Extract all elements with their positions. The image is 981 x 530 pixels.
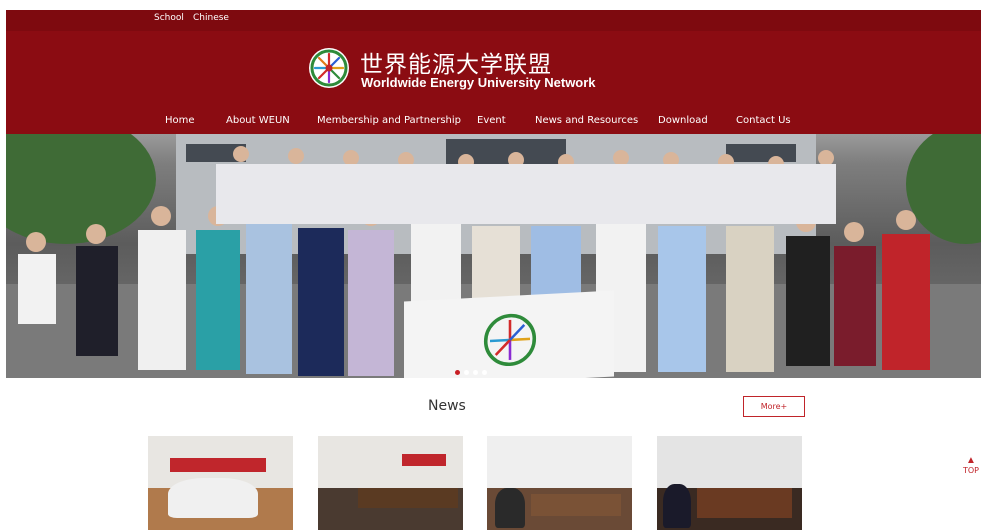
nav-contact[interactable]: Contact Us <box>736 115 791 126</box>
nav-news-resources[interactable]: News and Resources <box>535 115 638 126</box>
carousel-dot[interactable] <box>473 370 478 375</box>
news-more-button[interactable]: More+ <box>743 396 805 417</box>
nav-home[interactable]: Home <box>165 115 195 126</box>
group-people <box>168 478 258 518</box>
person <box>495 488 525 528</box>
news-thumbnail[interactable] <box>487 436 632 530</box>
main-navigation: Home About WEUN Membership and Partnersh… <box>6 115 981 133</box>
wewun-wheel-logo-icon <box>309 48 349 88</box>
nav-download[interactable]: Download <box>658 115 708 126</box>
news-thumbnail[interactable] <box>148 436 293 530</box>
meeting-table <box>697 488 792 518</box>
site-title-english: Worldwide Energy University Network <box>361 75 596 90</box>
chevron-up-icon: ▲ <box>966 455 976 466</box>
chinese-language-link[interactable]: Chinese <box>193 13 229 23</box>
carousel-dot[interactable] <box>482 370 487 375</box>
news-section-title: News <box>428 398 466 414</box>
nav-membership[interactable]: Membership and Partnership <box>317 115 461 126</box>
thumbnail-wall <box>487 436 632 488</box>
top-label: TOP <box>962 466 979 475</box>
carousel-dot[interactable] <box>464 370 469 375</box>
person <box>663 484 691 528</box>
site-header: 世界能源大学联盟 Worldwide Energy University Net… <box>6 31 981 134</box>
top-utility-bar: School Chinese <box>6 10 981 31</box>
news-thumbnail[interactable] <box>657 436 802 530</box>
wewun-flag <box>404 290 614 378</box>
hero-banner-carousel[interactable] <box>6 134 981 378</box>
nav-event[interactable]: Event <box>477 115 506 126</box>
site-title-chinese: 世界能源大学联盟 <box>360 52 552 78</box>
thumbnail-wall <box>657 436 802 488</box>
red-banner <box>402 454 446 466</box>
red-banner <box>170 458 266 472</box>
carousel-indicators <box>455 370 487 375</box>
flag-logo-icon <box>483 313 537 367</box>
carousel-dot[interactable] <box>455 370 460 375</box>
school-link[interactable]: School <box>154 13 184 23</box>
meeting-table <box>531 494 621 516</box>
meeting-table <box>358 488 458 508</box>
site-logo[interactable]: 世界能源大学联盟 Worldwide Energy University Net… <box>308 47 608 91</box>
news-thumbnail[interactable] <box>318 436 463 530</box>
nav-about[interactable]: About WEUN <box>226 115 290 126</box>
back-to-top-button[interactable]: ▲ TOP <box>959 456 981 482</box>
